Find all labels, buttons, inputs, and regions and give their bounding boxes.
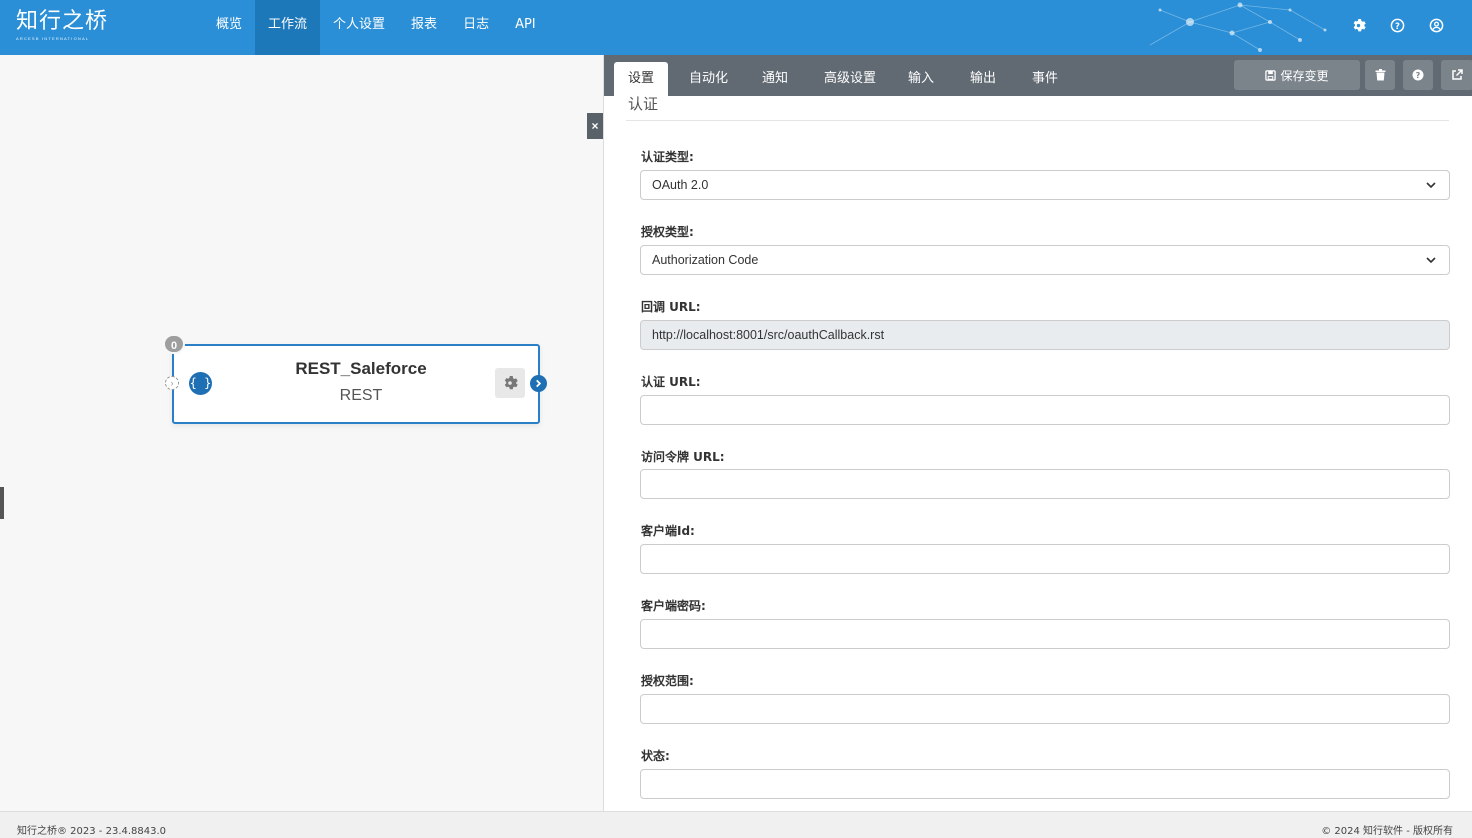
nav-item-overview[interactable]: 概览 bbox=[203, 0, 255, 55]
nav-item-profile[interactable]: 个人设置 bbox=[320, 0, 398, 55]
delete-button[interactable] bbox=[1365, 60, 1395, 90]
token-url-label: 访问令牌 URL: bbox=[641, 450, 725, 464]
auth-type-select[interactable]: OAuth 2.0 bbox=[640, 170, 1450, 200]
network-decoration bbox=[1150, 2, 1327, 52]
header-icon-group: ? bbox=[1349, 16, 1446, 35]
tab-automation[interactable]: 自动化 bbox=[675, 62, 742, 96]
external-link-icon bbox=[1452, 69, 1463, 80]
trash-icon bbox=[1375, 69, 1385, 81]
help-button[interactable]: ? bbox=[1403, 60, 1433, 90]
brand-tagline: ARCESB INTERNATIONAL bbox=[16, 36, 90, 41]
auth-url-input[interactable] bbox=[640, 395, 1450, 425]
canvas-side-handle[interactable] bbox=[0, 487, 4, 519]
client-secret-input[interactable] bbox=[640, 619, 1450, 649]
scope-label: 授权范围: bbox=[641, 674, 694, 688]
tab-notifications[interactable]: 通知 bbox=[748, 62, 802, 96]
auth-url-label: 认证 URL: bbox=[641, 375, 701, 389]
chevron-down-icon bbox=[1426, 257, 1436, 264]
callback-url-label: 回调 URL: bbox=[641, 300, 701, 314]
auth-type-value: OAuth 2.0 bbox=[652, 178, 709, 192]
nav-item-logs[interactable]: 日志 bbox=[450, 0, 502, 55]
tab-events[interactable]: 事件 bbox=[1018, 62, 1072, 96]
workflow-canvas[interactable] bbox=[0, 55, 603, 811]
save-changes-button[interactable]: 保存变更 bbox=[1234, 60, 1360, 90]
callback-url-field[interactable]: http://localhost:8001/src/oauthCallback.… bbox=[640, 320, 1450, 350]
grant-type-select[interactable]: Authorization Code bbox=[640, 245, 1450, 275]
scope-input[interactable] bbox=[640, 694, 1450, 724]
client-id-label: 客户端Id: bbox=[641, 524, 695, 538]
state-label: 状态: bbox=[641, 749, 670, 763]
workflow-node[interactable] bbox=[172, 344, 540, 424]
node-title: REST_Saleforce bbox=[295, 359, 427, 378]
node-type: REST bbox=[339, 387, 383, 404]
section-divider bbox=[626, 120, 1449, 121]
collapse-panel-button[interactable]: × bbox=[587, 113, 603, 139]
nav-item-reports[interactable]: 报表 bbox=[398, 0, 450, 55]
node-count-badge: 0 bbox=[163, 334, 185, 354]
open-external-button[interactable] bbox=[1441, 60, 1472, 90]
svg-text:?: ? bbox=[1416, 71, 1421, 80]
nav-item-workflow[interactable]: 工作流 bbox=[255, 0, 321, 55]
grant-type-value: Authorization Code bbox=[652, 253, 759, 267]
auth-type-label: 认证类型: bbox=[641, 150, 694, 164]
brand-name: 知行之桥 bbox=[16, 9, 109, 34]
tab-output[interactable]: 输出 bbox=[956, 62, 1010, 96]
grant-type-label: 授权类型: bbox=[641, 225, 694, 239]
client-id-input[interactable] bbox=[640, 544, 1450, 574]
chevron-down-icon bbox=[1426, 182, 1436, 189]
brand-logo[interactable]: 知行之桥 ARCESB INTERNATIONAL bbox=[16, 8, 108, 42]
gear-icon[interactable] bbox=[1349, 16, 1368, 35]
tab-advanced[interactable]: 高级设置 bbox=[810, 62, 890, 96]
help-icon[interactable]: ? bbox=[1388, 16, 1407, 35]
node-output-port-icon[interactable] bbox=[530, 375, 547, 392]
panel-tab-bar: 设置 自动化 通知 高级设置 输入 输出 事件 保存变更 ? bbox=[604, 55, 1472, 96]
footer: 知行之桥® 2023 - 23.4.8843.0 © 2024 知行软件 - 版… bbox=[0, 811, 1472, 838]
tab-settings[interactable]: 设置 bbox=[614, 62, 669, 96]
save-icon bbox=[1265, 69, 1277, 81]
top-navbar: 知行之桥 ARCESB INTERNATIONAL 概览 工作流 个人设置 报表… bbox=[0, 0, 1472, 55]
save-changes-label: 保存变更 bbox=[1280, 68, 1329, 83]
footer-copyright: © 2024 知行软件 - 版权所有 bbox=[1321, 826, 1453, 837]
state-input[interactable] bbox=[640, 769, 1450, 799]
main-nav: 概览 工作流 个人设置 报表 日志 API bbox=[203, 0, 549, 55]
client-secret-label: 客户端密码: bbox=[641, 599, 706, 613]
help-circle-icon: ? bbox=[1412, 69, 1424, 81]
section-title: 认证 bbox=[628, 95, 659, 113]
settings-panel: 设置 自动化 通知 高级设置 输入 输出 事件 保存变更 ? 认证 认证类型: … bbox=[603, 55, 1472, 811]
nav-item-api[interactable]: API bbox=[502, 0, 549, 55]
svg-text:?: ? bbox=[1395, 21, 1400, 31]
user-icon[interactable] bbox=[1427, 16, 1446, 35]
node-settings-gear-icon[interactable] bbox=[495, 368, 525, 398]
token-url-input[interactable] bbox=[640, 469, 1450, 499]
tab-input[interactable]: 输入 bbox=[894, 62, 948, 96]
footer-version: 知行之桥® 2023 - 23.4.8843.0 bbox=[17, 826, 167, 837]
